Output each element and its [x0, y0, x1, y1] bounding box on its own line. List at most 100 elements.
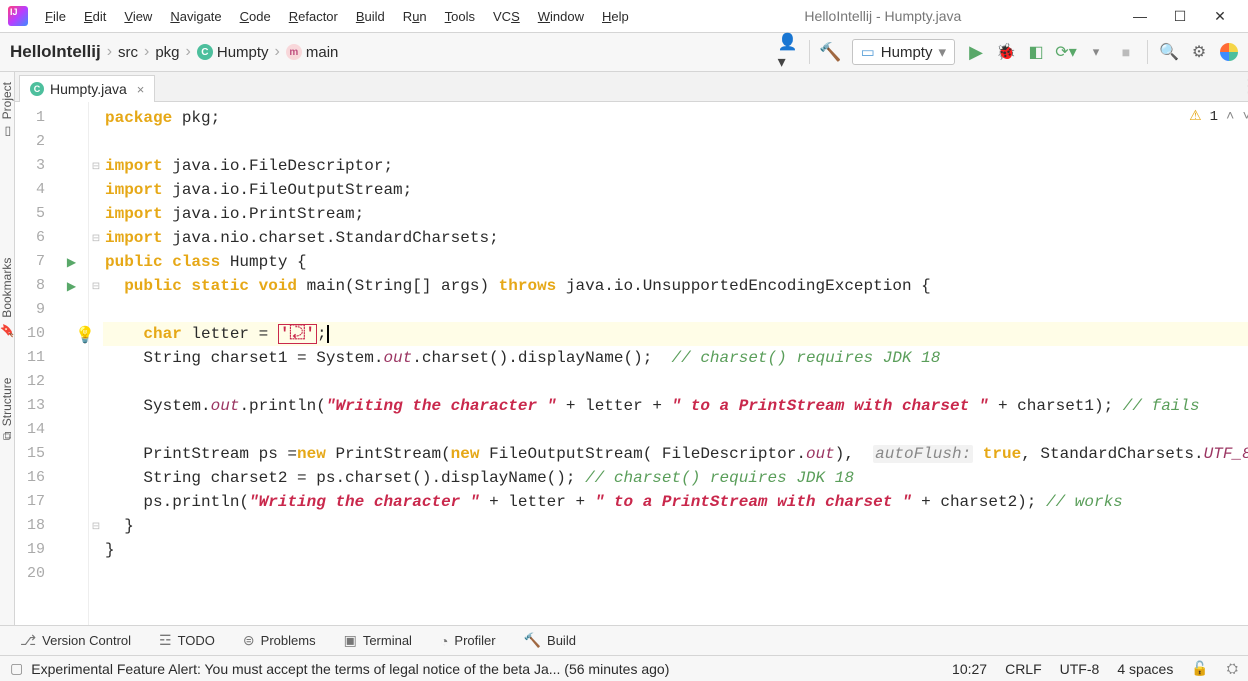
menu-view[interactable]: View: [117, 6, 159, 27]
chevron-icon: ›: [107, 43, 112, 61]
list-icon: ☲: [159, 632, 172, 649]
run-config-icon: ▭: [861, 43, 875, 61]
status-message[interactable]: Experimental Feature Alert: You must acc…: [31, 661, 669, 677]
menu-navigate[interactable]: Navigate: [163, 6, 228, 27]
menu-build[interactable]: Build: [349, 6, 392, 27]
todo-tool-button[interactable]: ☲TODO: [159, 632, 215, 649]
readonly-icon[interactable]: 🔓: [1191, 660, 1208, 677]
menu-help[interactable]: Help: [595, 6, 636, 27]
menu-window[interactable]: Window: [531, 6, 591, 27]
tab-label: Humpty.java: [50, 81, 127, 97]
navigation-bar: HelloIntellij › src › pkg › C Humpty › m…: [0, 32, 1248, 72]
breadcrumb-src[interactable]: src: [118, 44, 138, 61]
chevron-icon: ›: [186, 43, 191, 61]
settings-button[interactable]: ⚙: [1190, 43, 1208, 61]
next-highlight-icon[interactable]: ˅: [1242, 109, 1248, 125]
menu-run[interactable]: Run: [396, 6, 434, 27]
indent-setting[interactable]: 4 spaces: [1117, 661, 1173, 677]
editor-tabs: C Humpty.java × ⋮: [15, 72, 1248, 102]
menu-code[interactable]: Code: [233, 6, 278, 27]
line-separator[interactable]: CRLF: [1005, 661, 1042, 677]
prev-highlight-icon[interactable]: ˄: [1226, 109, 1234, 125]
file-encoding[interactable]: UTF-8: [1060, 661, 1100, 677]
run-config-selector[interactable]: ▭ Humpty ▾: [852, 39, 955, 65]
toolbar: 👤▾ 🔨 ▭ Humpty ▾ ▶ 🐞 ◧ ⟳▾ ▾ ■ 🔍 ⚙: [779, 39, 1238, 65]
warning-count: 1: [1210, 109, 1218, 125]
version-control-tool-button[interactable]: ⎇Version Control: [20, 632, 131, 649]
bottom-tool-bar: ⎇Version Control ☲TODO ⊜Problems ▣Termin…: [0, 625, 1248, 655]
profiler-tool-button[interactable]: ◔Profiler: [440, 633, 496, 649]
chevron-icon: ›: [275, 43, 280, 61]
status-panel-icon[interactable]: ▢: [10, 660, 23, 677]
project-tool-button[interactable]: ▭Project: [0, 82, 14, 138]
terminal-tool-button[interactable]: ▣Terminal: [344, 632, 412, 649]
code-content[interactable]: ⚠ 1 ˄ ˅ package pkg; import java.io.File…: [103, 102, 1248, 625]
editor-tab[interactable]: C Humpty.java ×: [19, 75, 155, 102]
structure-tool-button[interactable]: ⧉Structure: [0, 378, 14, 440]
breadcrumb-pkg[interactable]: pkg: [155, 44, 179, 61]
close-button[interactable]: ✕: [1210, 8, 1230, 25]
menu-tools[interactable]: Tools: [438, 6, 482, 27]
tab-menu-icon[interactable]: ⋮: [1240, 76, 1248, 97]
main-menu: File Edit View Navigate Code Refactor Bu…: [38, 6, 636, 27]
divider: [809, 40, 810, 64]
class-icon: C: [30, 82, 44, 96]
code-with-me-icon[interactable]: 👤▾: [779, 43, 797, 61]
breadcrumb-class[interactable]: Humpty: [217, 44, 269, 61]
run-button[interactable]: ▶: [967, 43, 985, 61]
run-config-name: Humpty: [881, 44, 933, 61]
run-line-icon[interactable]: ▶: [67, 255, 76, 269]
minimize-button[interactable]: —: [1130, 8, 1150, 25]
search-button[interactable]: 🔍: [1160, 43, 1178, 61]
method-icon: m: [286, 44, 302, 60]
gauge-icon: ◔: [440, 633, 448, 649]
caret-position[interactable]: 10:27: [952, 661, 987, 677]
inspection-widget[interactable]: ⚠ 1 ˄ ˅: [1189, 108, 1248, 125]
jetbrains-toolbox-icon[interactable]: [1220, 43, 1238, 61]
terminal-icon: ▣: [344, 632, 357, 649]
code-editor[interactable]: 1234567891011121314151617181920 ▶ ▶ ⊟⊟⊟⊟…: [15, 102, 1248, 625]
run-gutter: ▶ ▶: [55, 102, 89, 625]
menu-vcs[interactable]: VCS: [486, 6, 527, 27]
fold-gutter: ⊟⊟⊟⊟: [89, 102, 103, 625]
close-tab-icon[interactable]: ×: [137, 82, 145, 97]
breadcrumb-method[interactable]: main: [306, 44, 339, 61]
divider: [1147, 40, 1148, 64]
debug-button[interactable]: 🐞: [997, 43, 1015, 61]
chevron-icon: ›: [144, 43, 149, 61]
coverage-button[interactable]: ◧: [1027, 43, 1045, 61]
intention-bulb-icon[interactable]: 💡: [75, 324, 95, 348]
run-menu-button[interactable]: ⟳▾: [1057, 43, 1075, 61]
menu-file[interactable]: File: [38, 6, 73, 27]
titlebar: File Edit View Navigate Code Refactor Bu…: [0, 0, 1248, 32]
status-bar: ▢ Experimental Feature Alert: You must a…: [0, 655, 1248, 681]
stop-button[interactable]: ■: [1117, 43, 1135, 61]
alert-icon: ⊜: [243, 632, 255, 649]
left-tool-rail: ▭Project 🔖Bookmarks ⧉Structure: [0, 72, 15, 625]
menu-edit[interactable]: Edit: [77, 6, 113, 27]
ide-status-icon[interactable]: ⛭: [1227, 660, 1238, 677]
build-tool-button[interactable]: 🔨Build: [524, 632, 576, 649]
hammer-icon: 🔨: [524, 632, 541, 649]
editor-area: C Humpty.java × ⋮ 1234567891011121314151…: [15, 72, 1248, 625]
window-title: HelloIntellij - Humpty.java: [636, 8, 1130, 24]
build-button[interactable]: 🔨: [822, 43, 840, 61]
window-controls: — ☐ ✕: [1130, 8, 1240, 25]
maximize-button[interactable]: ☐: [1170, 8, 1190, 25]
warning-icon: ⚠: [1189, 108, 1202, 125]
app-logo-icon: [8, 6, 28, 26]
dropdown-icon: ▾: [938, 43, 946, 61]
breadcrumb-project[interactable]: HelloIntellij: [10, 42, 101, 62]
breadcrumb: HelloIntellij › src › pkg › C Humpty › m…: [10, 42, 338, 62]
attach-button[interactable]: ▾: [1087, 43, 1105, 61]
caret: [327, 325, 329, 343]
gutter: 1234567891011121314151617181920 ▶ ▶ ⊟⊟⊟⊟: [15, 102, 103, 625]
class-icon: C: [197, 44, 213, 60]
menu-refactor[interactable]: Refactor: [282, 6, 345, 27]
line-numbers: 1234567891011121314151617181920: [15, 102, 55, 625]
branch-icon: ⎇: [20, 632, 36, 649]
bookmarks-tool-button[interactable]: 🔖Bookmarks: [0, 258, 14, 338]
run-line-icon[interactable]: ▶: [67, 279, 76, 293]
main-area: ▭Project 🔖Bookmarks ⧉Structure C Humpty.…: [0, 72, 1248, 625]
problems-tool-button[interactable]: ⊜Problems: [243, 632, 316, 649]
